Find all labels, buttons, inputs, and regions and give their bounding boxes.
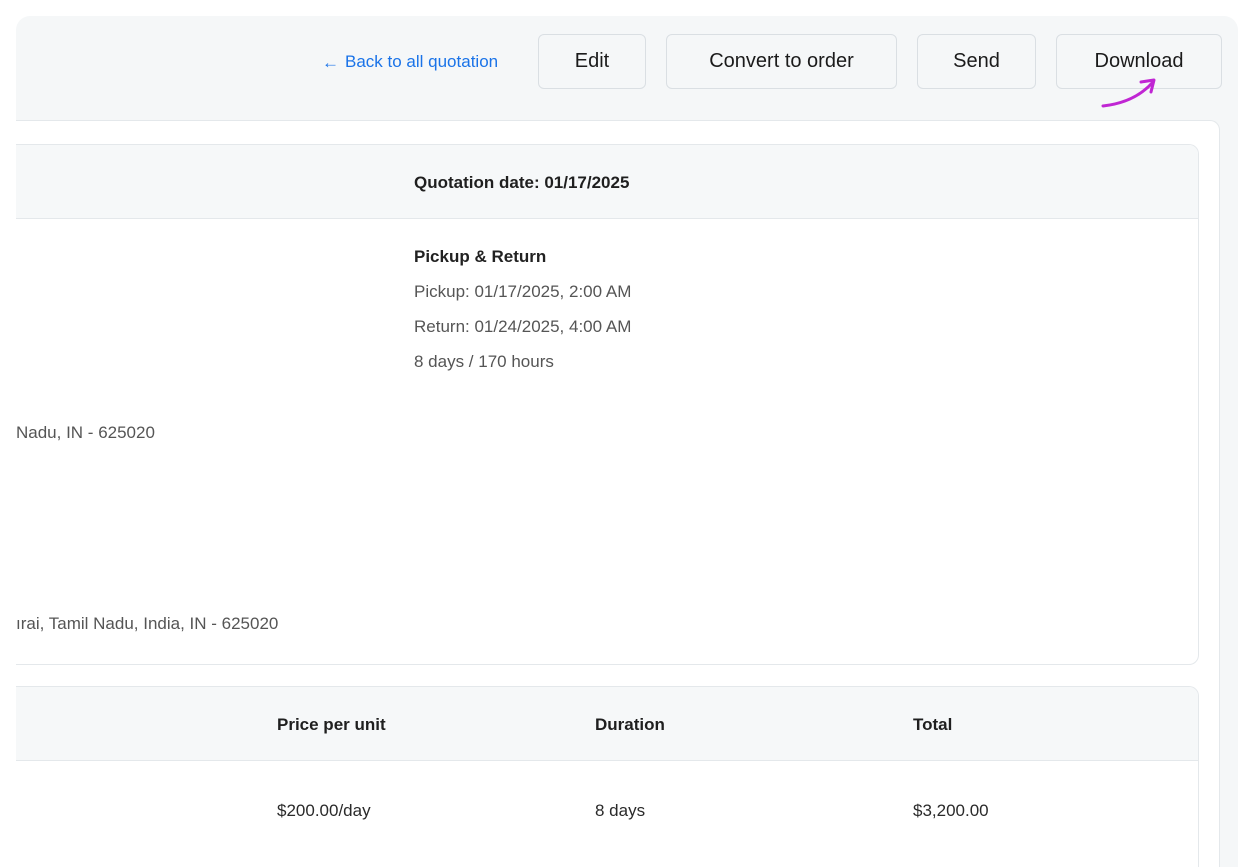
curved-arrow-annotation-icon	[1101, 78, 1156, 108]
back-to-quotations-link[interactable]: ← Back to all quotation	[322, 50, 498, 74]
column-header-price: Price per unit	[277, 715, 386, 734]
table-header: Price per unit Duration Total	[16, 687, 1198, 761]
edit-button[interactable]: Edit	[538, 34, 646, 89]
details-header: Quotation date: 01/17/2025	[16, 145, 1198, 219]
cell-duration: 8 days	[595, 801, 646, 820]
quotation-details-card: Quotation date: 01/17/2025 Pickup & Retu…	[16, 144, 1199, 665]
billing-address: Nadu, IN - 625020	[16, 423, 155, 442]
send-button[interactable]: Send	[917, 34, 1036, 89]
back-link-label: Back to all quotation	[345, 52, 499, 71]
pickup-time: Pickup: 01/17/2025, 2:00 AM	[414, 282, 632, 301]
quotation-panel: Quotation date: 01/17/2025 Pickup & Retu…	[16, 120, 1220, 867]
rental-duration: 8 days / 170 hours	[414, 352, 554, 371]
action-toolbar: ← Back to all quotation Edit Convert to …	[16, 16, 1238, 120]
column-header-total: Total	[913, 715, 953, 734]
line-items-table: Price per unit Duration Total $200.00/da…	[16, 686, 1199, 867]
column-header-duration: Duration	[595, 715, 665, 734]
shipping-address: ırai, Tamil Nadu, India, IN - 625020	[16, 614, 279, 633]
quotation-date: Quotation date: 01/17/2025	[414, 173, 630, 192]
convert-to-order-button[interactable]: Convert to order	[666, 34, 897, 89]
cell-total: $3,200.00	[913, 801, 989, 820]
quotation-view: ← Back to all quotation Edit Convert to …	[16, 16, 1238, 867]
pickup-return-title: Pickup & Return	[414, 247, 547, 266]
return-time: Return: 01/24/2025, 4:00 AM	[414, 317, 632, 336]
arrow-left-icon: ←	[322, 52, 339, 72]
cell-price: $200.00/day	[277, 801, 371, 820]
